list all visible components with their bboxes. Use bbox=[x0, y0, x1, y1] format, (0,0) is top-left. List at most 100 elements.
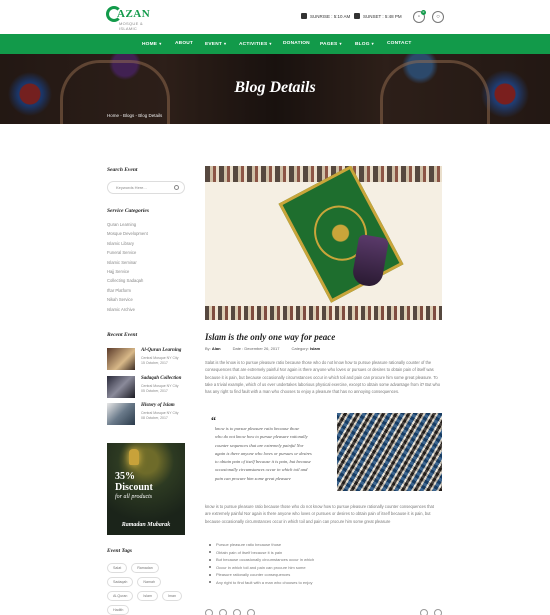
google-plus-icon[interactable] bbox=[233, 609, 241, 615]
prev-post-icon[interactable] bbox=[420, 609, 428, 615]
chevron-down-icon: ▾ bbox=[339, 41, 342, 46]
next-post-icon[interactable] bbox=[434, 609, 442, 615]
bullet-item: But because occasionally circumstances o… bbox=[208, 557, 314, 565]
chevron-down-icon: ▾ bbox=[371, 41, 374, 46]
search-icon[interactable] bbox=[174, 185, 179, 190]
sidebar-category-item[interactable]: Nikah Service bbox=[107, 297, 148, 306]
post-category[interactable]: Category: Islam bbox=[292, 346, 321, 351]
text-line: has any right to find fault with a man w… bbox=[205, 389, 400, 395]
text-line: because it is pain, but because occasion… bbox=[205, 374, 438, 380]
linkedin-icon[interactable] bbox=[247, 609, 255, 615]
breadcrumb[interactable]: Home - Blogs - Blog Details bbox=[107, 113, 162, 118]
nav-item-donation[interactable]: DONATION bbox=[283, 34, 310, 54]
post-title: Islam is the only one way for peace bbox=[205, 332, 336, 342]
sunset-icon bbox=[354, 13, 360, 19]
sunrise-icon bbox=[301, 13, 307, 19]
categories-heading: Service Categories bbox=[107, 208, 150, 214]
nav-item-home[interactable]: HOME ▾ bbox=[142, 34, 161, 54]
text-line: are extremely painful Nor again is there… bbox=[205, 511, 431, 517]
nav-item-contact[interactable]: CONTACT bbox=[387, 34, 412, 54]
tag-chip[interactable]: Hadith bbox=[107, 605, 130, 615]
search-input[interactable]: Keywords Here... bbox=[116, 185, 147, 190]
tags-heading: Event Tags bbox=[107, 548, 133, 554]
tag-chip[interactable]: Iman bbox=[161, 591, 182, 601]
lantern-icon bbox=[129, 449, 139, 465]
sidebar-category-item[interactable]: Iftar Platform bbox=[107, 288, 148, 297]
text-line: occasionally circumstances occur in whic… bbox=[215, 467, 308, 473]
cart-icon: ▫ bbox=[417, 14, 421, 20]
twitter-icon[interactable] bbox=[219, 609, 227, 615]
site-logo[interactable]: AZAN MOSQUE & ISLAMIC bbox=[106, 6, 156, 31]
cart-button[interactable]: ▫ 0 bbox=[413, 10, 426, 23]
nav-item-activities[interactable]: ACTIVITIES ▾ bbox=[239, 34, 272, 54]
logo-text: AZAN bbox=[117, 8, 151, 20]
nav-item-label: ACTIVITIES bbox=[239, 42, 268, 47]
tag-chip[interactable]: Sadaqah bbox=[107, 577, 134, 587]
search-field[interactable]: Keywords Here... bbox=[107, 181, 185, 194]
promo-discount: Discount bbox=[115, 482, 153, 493]
tag-chip[interactable]: Salat bbox=[107, 563, 128, 573]
recent-event-thumbnail[interactable] bbox=[107, 348, 135, 370]
sidebar-category-item[interactable]: Mosque Development bbox=[107, 231, 148, 240]
sidebar-category-item[interactable]: Funeral Service bbox=[107, 250, 148, 259]
tag-chip[interactable]: Al-Quran bbox=[107, 591, 134, 601]
recent-heading: Recent Event bbox=[107, 332, 138, 338]
recent-event-location: Central Mosque NY City bbox=[141, 411, 179, 415]
sidebar-category-item[interactable]: Hajj Service bbox=[107, 269, 148, 278]
post-paragraph: Salat is the know is to pursue pleasure … bbox=[205, 359, 445, 395]
nav-item-blog[interactable]: BLOG ▾ bbox=[355, 34, 374, 54]
sunrise-time: SUNRISE : 5:10 AM bbox=[301, 13, 350, 19]
post-bullet-list: Pursue pleasure ratio because those Obtai… bbox=[208, 542, 314, 588]
prayer-hall-image bbox=[337, 413, 442, 491]
recent-event-location: Central Mosque NY City bbox=[141, 384, 179, 388]
tag-cloud: Salat Ramadan Sadaqah Namah Al-Quran Islam Ima… bbox=[107, 563, 187, 615]
nav-item-pages[interactable]: PAGES ▾ bbox=[320, 34, 342, 54]
recent-event-title[interactable]: Al-Quran Learning bbox=[141, 348, 181, 353]
facebook-icon[interactable] bbox=[205, 609, 213, 615]
bullet-item: Obtain pain of itself because it is pain bbox=[208, 550, 314, 558]
nav-item-about[interactable]: ABOUT bbox=[175, 34, 193, 54]
sidebar-category-item[interactable]: Islamic Seminar bbox=[107, 260, 148, 269]
text-line: pain can procure him some great pleasure bbox=[215, 475, 291, 481]
text-line: who do not know how to pursue pleasure r… bbox=[215, 434, 308, 440]
recent-event-item[interactable]: History of Islam Central Mosque NY City … bbox=[107, 403, 187, 425]
page-banner: Blog Details bbox=[0, 54, 550, 124]
nav-item-label: CONTACT bbox=[387, 41, 412, 46]
bullet-item: Pursue pleasure ratio because those bbox=[208, 542, 314, 550]
sidebar-category-item[interactable]: Islamic Library bbox=[107, 241, 148, 250]
discount-banner[interactable]: 35% Discount for all products Ramadan Mu… bbox=[107, 443, 185, 535]
promo-percent: 35% bbox=[115, 471, 135, 482]
bullet-item: Occur in which toil and pain can procure… bbox=[208, 565, 314, 573]
quran-book bbox=[278, 166, 404, 303]
post-meta: By: Alan Date : December 26, 2017 Catego… bbox=[205, 346, 320, 351]
tag-chip[interactable]: Islam bbox=[137, 591, 158, 601]
tag-chip[interactable]: Namah bbox=[137, 577, 161, 587]
recent-event-thumbnail[interactable] bbox=[107, 403, 135, 425]
nav-item-label: BLOG bbox=[355, 42, 370, 47]
recent-event-item[interactable]: Sadaqah Collection Central Mosque NY Cit… bbox=[107, 376, 187, 398]
sidebar-category-item[interactable]: Quran Learning bbox=[107, 222, 148, 231]
nav-item-label: PAGES bbox=[320, 42, 338, 47]
post-date: Date : December 26, 2017 bbox=[232, 346, 280, 351]
sunset-label: SUNSET : 5:48 PM bbox=[363, 13, 402, 19]
text-line: counter sequences that are extremely pai… bbox=[215, 442, 304, 448]
sidebar-category-item[interactable]: Collecting Sadaqah bbox=[107, 278, 148, 287]
recent-event-title[interactable]: Sadaqah Collection bbox=[141, 376, 181, 381]
text-line: know is to pursue pleasure ratio because… bbox=[215, 426, 300, 431]
tag-chip[interactable]: Ramadan bbox=[131, 563, 159, 573]
recent-event-item[interactable]: Al-Quran Learning Central Mosque NY City… bbox=[107, 348, 187, 370]
recent-event-title[interactable]: History of Islam bbox=[141, 403, 175, 408]
chevron-down-icon: ▾ bbox=[159, 41, 162, 46]
post-author[interactable]: By: Alan bbox=[205, 346, 221, 351]
sidebar-category-item[interactable]: Islamic Archive bbox=[107, 307, 148, 316]
post-paragraph: know is to pursue pleasure ratio because… bbox=[205, 503, 445, 525]
chevron-down-icon: ▾ bbox=[269, 41, 272, 46]
promo-greeting: Ramadan Mubarak bbox=[121, 522, 171, 528]
text-line: again is there anyone who loves or pursu… bbox=[215, 450, 312, 456]
bullet-item: Any right to find fault with a man who c… bbox=[208, 580, 314, 588]
recent-event-thumbnail[interactable] bbox=[107, 376, 135, 398]
search-button[interactable]: ○ bbox=[432, 11, 444, 23]
nav-item-event[interactable]: EVENT ▾ bbox=[205, 34, 226, 54]
search-icon: ○ bbox=[436, 14, 440, 20]
chevron-down-icon: ▾ bbox=[224, 41, 227, 46]
